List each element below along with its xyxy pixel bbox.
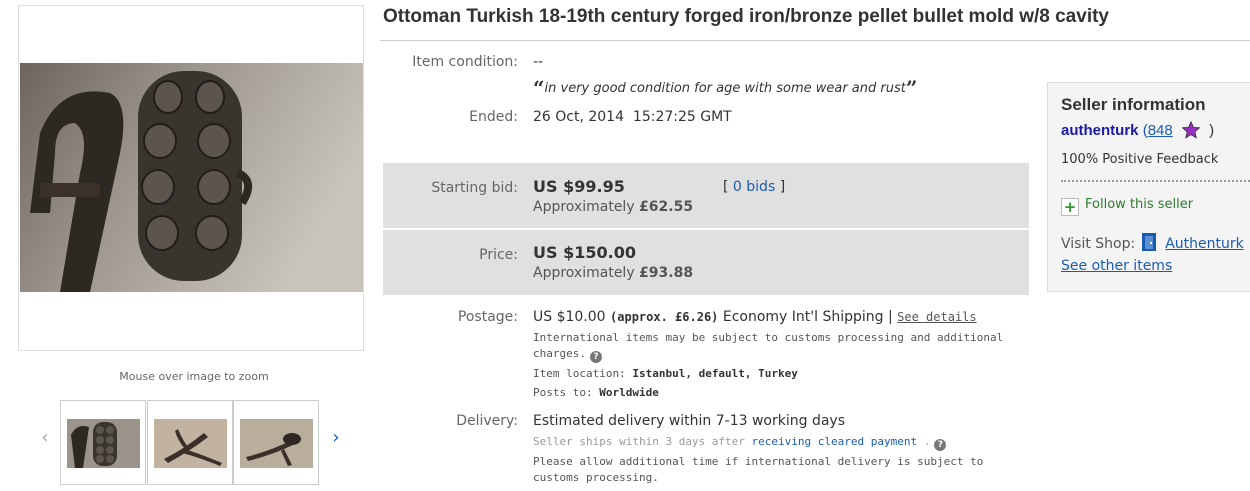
condition-value: -- [533, 54, 544, 70]
ended-label: Ended: [469, 109, 518, 125]
ended-value: 26 Oct, 2014 15:27:25 GMT [533, 109, 732, 125]
posts-to-value: Worldwide [599, 386, 659, 399]
condition-description: “in very good condition for age with som… [533, 76, 917, 100]
customs-note-text: International items may be subject to cu… [533, 331, 1004, 360]
seller-divider [1061, 180, 1250, 182]
feedback-score-link[interactable]: 848 [1148, 122, 1173, 139]
ended-date: 26 Oct, 2014 [533, 109, 624, 125]
price-panel-divider [383, 228, 1029, 230]
score-close: ) [1209, 122, 1215, 139]
main-image-frame[interactable] [18, 5, 364, 351]
thumbnail-photo-2 [154, 419, 227, 468]
shop-link[interactable]: Authenturk [1165, 236, 1244, 252]
ships-prefix: Seller ships within 3 days after [533, 435, 745, 448]
starting-approx-prefix: Approximately [533, 199, 635, 215]
see-details-link[interactable]: See details [897, 310, 976, 324]
help-icon[interactable]: ? [934, 439, 947, 451]
price-label: Price: [479, 247, 518, 263]
postage-cost: US $10.00 [533, 309, 606, 325]
seller-info-heading: Seller information [1061, 95, 1206, 114]
chevron-right-icon[interactable]: › [328, 428, 344, 448]
purple-star-icon [1181, 121, 1200, 139]
follow-seller-label: Follow this seller [1085, 197, 1194, 212]
starting-bid-value: US $99.95 [533, 177, 625, 196]
item-location: Item location: Istanbul, default, Turkey [533, 366, 798, 382]
thumbnail-1[interactable] [60, 400, 146, 485]
bids-bracket-open: [ [723, 179, 729, 195]
visit-shop-line: Visit Shop: Authenturk [1061, 232, 1244, 252]
delivery-note: Please allow additional time if internat… [533, 455, 984, 484]
delivery-label: Delivery: [456, 413, 518, 429]
starting-approx-value: £62.55 [639, 199, 694, 215]
posts-to-label: Posts to: [533, 386, 593, 399]
item-location-value: Istanbul, default, Turkey [632, 367, 798, 380]
see-other-items-link[interactable]: See other items [1061, 258, 1172, 274]
quote-open-mark: “ [533, 76, 545, 100]
title-divider [380, 40, 1250, 41]
thumbnail-3[interactable] [233, 400, 319, 485]
ended-time: 15:27:25 GMT [632, 109, 732, 125]
ships-suffix: . [923, 435, 931, 448]
follow-seller-button[interactable]: + Follow this seller [1061, 197, 1193, 216]
postage-approx: (approx. £6.26) [610, 310, 719, 324]
price-value: US $150.00 [533, 243, 636, 262]
seller-name-link[interactable]: authenturk [1061, 122, 1139, 139]
delivery-estimate: Estimated delivery within 7-13 working d… [533, 413, 846, 429]
thumbnail-photo-1 [67, 419, 140, 468]
help-icon[interactable]: ? [589, 351, 602, 363]
item-title: Ottoman Turkish 18-19th century forged i… [383, 6, 1109, 27]
plus-icon: + [1061, 198, 1079, 216]
postage-line: US $10.00 (approx. £6.26) Economy Int'l … [533, 309, 977, 325]
postage-service: Economy Int'l Shipping | [722, 309, 893, 325]
thumbnail-2[interactable] [147, 400, 233, 485]
visit-shop-label: Visit Shop: [1061, 236, 1136, 252]
price-approx: Approximately £93.88 [533, 265, 693, 281]
bids-link[interactable]: 0 bids [733, 179, 775, 195]
starting-bid-label: Starting bid: [431, 180, 518, 196]
cleared-payment-link[interactable]: receiving cleared payment [752, 435, 918, 448]
condition-quote: in very good condition for age with some… [544, 81, 906, 96]
price-approx-value: £93.88 [639, 265, 694, 281]
thumbnail-photo-3 [240, 419, 313, 468]
item-location-label: Item location: [533, 367, 626, 380]
seller-ships-note: Seller ships within 3 days after receivi… [533, 434, 947, 451]
chevron-left-icon[interactable]: ‹ [37, 428, 53, 448]
condition-label: Item condition: [412, 54, 518, 70]
starting-bid-approx: Approximately £62.55 [533, 199, 693, 215]
price-approx-prefix: Approximately [533, 265, 635, 281]
postage-label: Postage: [457, 309, 518, 325]
shop-door-icon[interactable] [1141, 232, 1157, 252]
quote-close-mark: ” [905, 76, 918, 100]
seller-name-line: authenturk (848 ) [1061, 121, 1214, 139]
zoom-hint: Mouse over image to zoom [119, 370, 269, 383]
posts-to: Posts to: Worldwide [533, 385, 659, 401]
main-product-photo[interactable] [20, 63, 364, 292]
positive-feedback: 100% Positive Feedback [1061, 152, 1219, 167]
bid-count: [ 0 bids ] [723, 179, 785, 195]
bids-bracket-close: ] [779, 179, 786, 195]
customs-note: International items may be subject to cu… [533, 330, 1023, 363]
